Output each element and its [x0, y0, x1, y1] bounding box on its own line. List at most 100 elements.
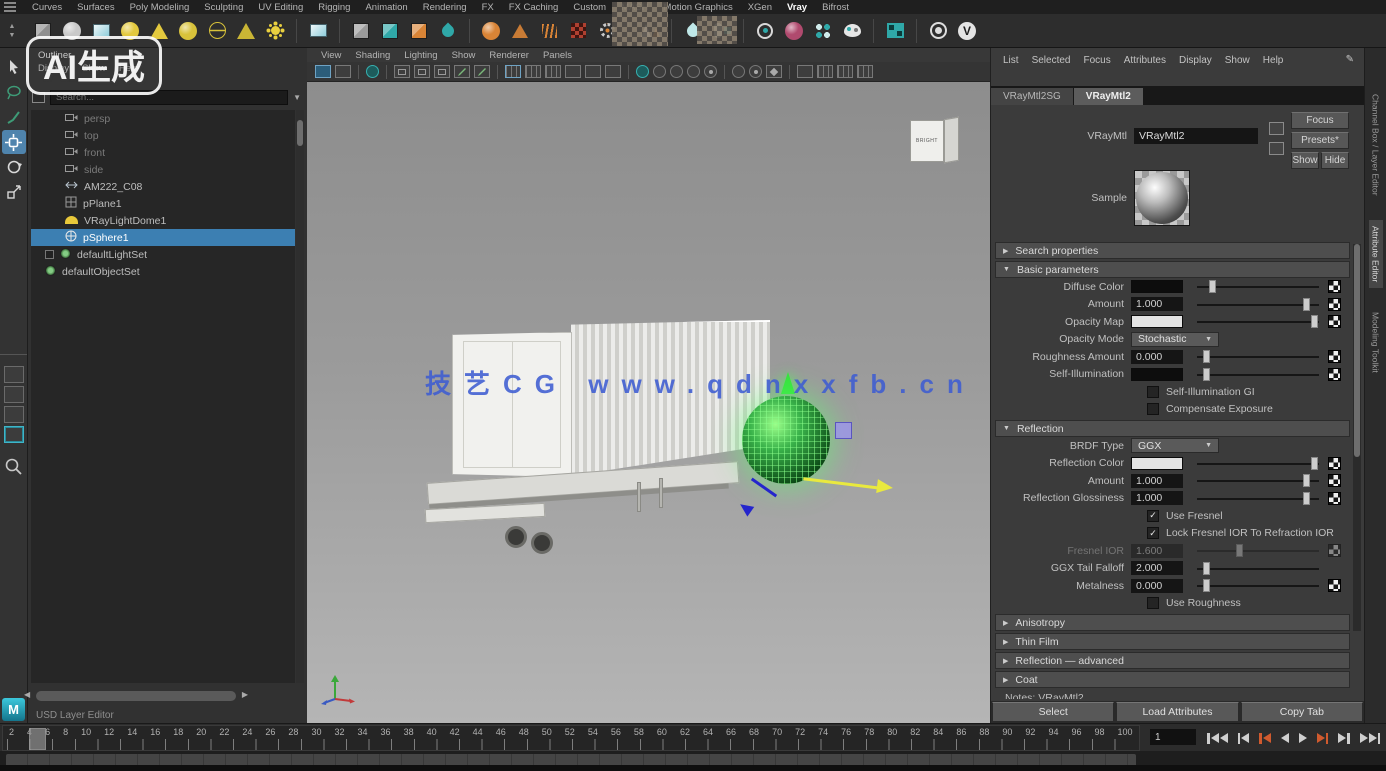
- slider-handle[interactable]: [1311, 457, 1318, 470]
- select-camera-icon[interactable]: [394, 65, 410, 78]
- menu-item-surfaces[interactable]: Surfaces: [77, 2, 115, 13]
- slider-handle[interactable]: [1203, 368, 1210, 381]
- small-box-model[interactable]: BRIGHT: [910, 118, 960, 164]
- exposure-icon[interactable]: [670, 65, 683, 78]
- occlusion-icon[interactable]: [605, 65, 621, 78]
- texture-toggle-icon[interactable]: [335, 65, 351, 78]
- step-forward-frame-button[interactable]: [1336, 731, 1352, 746]
- textured-mode-icon[interactable]: [545, 65, 561, 78]
- vray-logo-icon[interactable]: V: [954, 18, 980, 44]
- outliner-item-front[interactable]: front: [31, 144, 295, 161]
- value-field[interactable]: 2.000: [1131, 561, 1183, 575]
- fur-icon[interactable]: [536, 18, 562, 44]
- outliner-item-am222_c08[interactable]: AM222_C08: [31, 178, 295, 195]
- dropdown-stochastic[interactable]: Stochastic▼: [1131, 332, 1219, 347]
- viewport-menu-panels[interactable]: Panels: [543, 50, 572, 61]
- sidebar-tab-modeling-toolkit[interactable]: Modeling Toolkit: [1369, 306, 1383, 379]
- color-swatch[interactable]: [1131, 457, 1183, 470]
- slider-handle[interactable]: [1209, 280, 1216, 293]
- pin-icon[interactable]: ✎: [1346, 54, 1354, 65]
- maya-logo-badge[interactable]: M: [2, 698, 25, 721]
- texture-map-button[interactable]: [1328, 368, 1341, 381]
- value-field[interactable]: 1.000: [1131, 297, 1183, 311]
- menu-item-fx-caching[interactable]: FX Caching: [509, 2, 559, 13]
- texture-map-button[interactable]: [1328, 298, 1341, 311]
- nurbs-sphere-icon[interactable]: [175, 18, 201, 44]
- slider[interactable]: [1197, 492, 1319, 505]
- field-chart-icon[interactable]: [732, 65, 745, 78]
- slider-handle[interactable]: [1311, 315, 1318, 328]
- shelf-tab-arrows[interactable]: ▲▼: [3, 16, 21, 46]
- attribute-editor-scrollbar[interactable]: [1353, 244, 1361, 631]
- manipulator-x-axis[interactable]: [803, 477, 881, 489]
- select-tool[interactable]: [2, 55, 26, 79]
- menu-item-sculpting[interactable]: Sculpting: [204, 2, 243, 13]
- slider[interactable]: [1197, 280, 1319, 293]
- current-time-marker[interactable]: [29, 728, 46, 750]
- viewport-menu-show[interactable]: Show: [452, 50, 476, 61]
- texture-map-button[interactable]: [1328, 457, 1341, 470]
- slider[interactable]: [1197, 579, 1319, 592]
- ae-menu-attributes[interactable]: Attributes: [1124, 55, 1166, 66]
- xray-icon[interactable]: [653, 65, 666, 78]
- value-field[interactable]: 0.000: [1131, 350, 1183, 364]
- sky-plane-icon[interactable]: [305, 18, 331, 44]
- go-to-end-button[interactable]: [1358, 731, 1383, 746]
- slider[interactable]: [1197, 457, 1319, 470]
- curve-cone-icon[interactable]: [233, 18, 259, 44]
- gamma-icon[interactable]: [704, 65, 717, 78]
- grease-pencil-icon[interactable]: [454, 65, 470, 78]
- container-model-end[interactable]: [452, 332, 572, 477]
- orange-sphere-icon[interactable]: [478, 18, 504, 44]
- geo-cube-icon[interactable]: [348, 18, 374, 44]
- lighting-toggle-icon[interactable]: [315, 65, 331, 78]
- section-header-reflection[interactable]: ▼Reflection: [995, 420, 1350, 437]
- section-header-reflection-advanced[interactable]: ▶Reflection — advanced: [995, 652, 1350, 669]
- export-cube-icon[interactable]: [406, 18, 432, 44]
- go-to-start-button[interactable]: [1205, 731, 1230, 746]
- hide-button[interactable]: Hide: [1321, 152, 1349, 169]
- select-button[interactable]: Select: [992, 702, 1114, 722]
- outliner-item-defaultobjectset[interactable]: defaultObjectSet: [31, 263, 295, 280]
- color-swatch[interactable]: [1131, 315, 1183, 328]
- presets-button[interactable]: Presets*: [1291, 132, 1349, 149]
- usd-layer-editor-label[interactable]: USD Layer Editor: [36, 710, 114, 721]
- panel-layout-3-icon[interactable]: [857, 65, 873, 78]
- ae-menu-focus[interactable]: Focus: [1083, 55, 1110, 66]
- copy-tab-button[interactable]: Copy Tab: [1241, 702, 1363, 722]
- texture-map-button[interactable]: [1328, 492, 1341, 505]
- outliner-item-pplane1[interactable]: pPlane1: [31, 195, 295, 212]
- slider-handle[interactable]: [1203, 562, 1210, 575]
- snapshot-pencil-icon[interactable]: [474, 65, 490, 78]
- next-key-button[interactable]: [1315, 731, 1331, 746]
- focus-button[interactable]: Focus: [1291, 112, 1349, 129]
- slider-handle[interactable]: [1303, 474, 1310, 487]
- texture-checker-icon[interactable]: [565, 18, 591, 44]
- outliner-vertical-scrollbar[interactable]: [296, 110, 304, 683]
- selected-sphere-model[interactable]: [742, 396, 830, 484]
- layout-four-pane-button[interactable]: [4, 386, 24, 403]
- platonic-sphere-icon[interactable]: [204, 18, 230, 44]
- plus-view-icon[interactable]: [797, 65, 813, 78]
- ae-menu-selected[interactable]: Selected: [1032, 55, 1071, 66]
- texture-map-button[interactable]: [1328, 315, 1341, 328]
- checkbox-unchecked[interactable]: [1147, 403, 1159, 415]
- zoom-tool-icon[interactable]: [4, 457, 24, 477]
- viewport-menu-view[interactable]: View: [321, 50, 341, 61]
- ae-tab-vraymtl2[interactable]: VRayMtl2: [1074, 88, 1143, 105]
- outliner-item-psphere1[interactable]: pSphere1: [31, 229, 295, 246]
- ae-menu-list[interactable]: List: [1003, 55, 1019, 66]
- step-back-frame-button[interactable]: [1236, 731, 1252, 746]
- value-field[interactable]: 1.000: [1131, 491, 1183, 505]
- checkbox-unchecked[interactable]: [1147, 386, 1159, 398]
- checkbox-checked[interactable]: ✓: [1147, 510, 1159, 522]
- scale-tool[interactable]: [2, 180, 26, 204]
- manipulator-plane-handle[interactable]: [835, 422, 852, 439]
- layout-single-pane-button[interactable]: [4, 366, 24, 383]
- checkbox-unchecked[interactable]: [1147, 597, 1159, 609]
- visibility-checkbox[interactable]: [45, 250, 54, 259]
- paint-select-tool[interactable]: [2, 105, 26, 129]
- section-header-search-properties[interactable]: ▶Search properties: [995, 242, 1350, 259]
- node-dots-icon[interactable]: [810, 18, 836, 44]
- rotate-tool[interactable]: [2, 155, 26, 179]
